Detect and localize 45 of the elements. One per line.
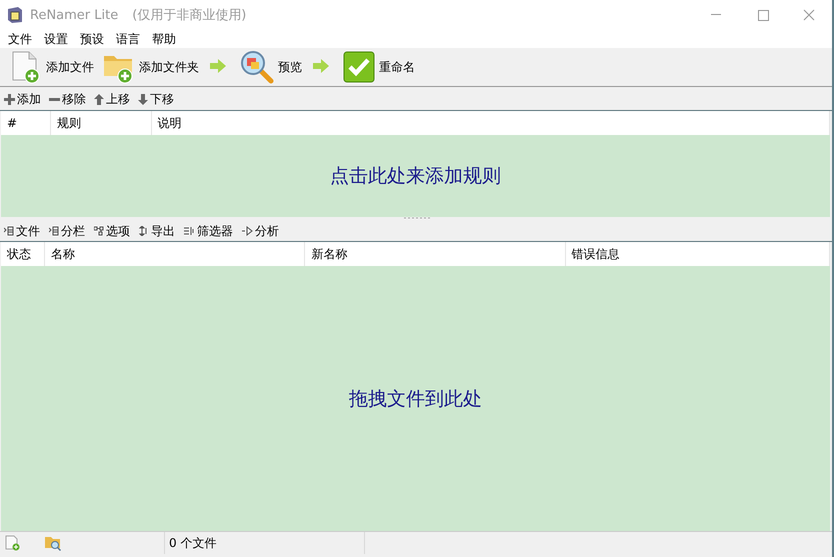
- close-icon: [803, 9, 815, 21]
- toolbar-button[interactable]: 添加: [4, 90, 41, 108]
- app-icon: [6, 6, 24, 24]
- nodes-icon: [94, 226, 104, 236]
- columns-icon: [49, 226, 59, 236]
- checkmark-icon: [343, 51, 375, 83]
- columns-icon: [4, 226, 14, 236]
- window-subtitle: (仅用于非商业使用): [132, 7, 246, 24]
- window-title: ReNamer Lite: [30, 8, 118, 22]
- toolbar-button[interactable]: 添加文件夹: [97, 50, 202, 84]
- menu-item[interactable]: 语言: [110, 30, 146, 48]
- filter-icon: [184, 226, 195, 236]
- toolbar-button[interactable]: 分栏: [49, 222, 85, 240]
- arrow-right-icon: [312, 58, 330, 72]
- splitter-handle[interactable]: [404, 217, 432, 221]
- menu-item[interactable]: 预设: [74, 30, 110, 48]
- maximize-icon: [758, 10, 768, 20]
- toolbar-button[interactable]: 预览: [234, 50, 305, 84]
- toolbar-button[interactable]: 重命名: [337, 51, 418, 83]
- arrow-right-icon: [209, 58, 227, 72]
- play-icon: [242, 226, 253, 236]
- empty-message[interactable]: 拖拽文件到此处: [349, 386, 482, 412]
- toolbar-button[interactable]: 上移: [94, 90, 130, 108]
- empty-message[interactable]: 点击此处来添加规则: [330, 163, 501, 189]
- toolbar-button[interactable]: 下移: [138, 90, 174, 108]
- toolbar-button[interactable]: 导出: [139, 222, 175, 240]
- menu-item[interactable]: 帮助: [146, 30, 182, 48]
- toolbar-button[interactable]: 添加文件: [4, 50, 97, 84]
- toolbar-button[interactable]: 筛选器: [184, 222, 233, 240]
- magnifier-icon: [240, 50, 274, 84]
- toolbar-button[interactable]: 移除: [49, 90, 86, 108]
- menu-item[interactable]: 文件: [2, 30, 38, 48]
- file-add-icon: [10, 50, 42, 84]
- arrow-up-icon: [94, 94, 104, 104]
- toolbar-button[interactable]: 选项: [94, 222, 130, 240]
- arrow-down-icon: [138, 94, 148, 104]
- plus-icon: [4, 94, 15, 104]
- file-add-icon[interactable]: [4, 535, 20, 551]
- menu-item[interactable]: 设置: [38, 30, 74, 48]
- toolbar-button[interactable]: 分析: [242, 222, 279, 240]
- folder-search-icon[interactable]: [44, 535, 62, 551]
- minimize-icon: [711, 14, 723, 16]
- file-count: 0 个文件: [169, 534, 216, 552]
- toolbar-button[interactable]: 文件: [4, 222, 40, 240]
- arrows-icon: [139, 226, 149, 236]
